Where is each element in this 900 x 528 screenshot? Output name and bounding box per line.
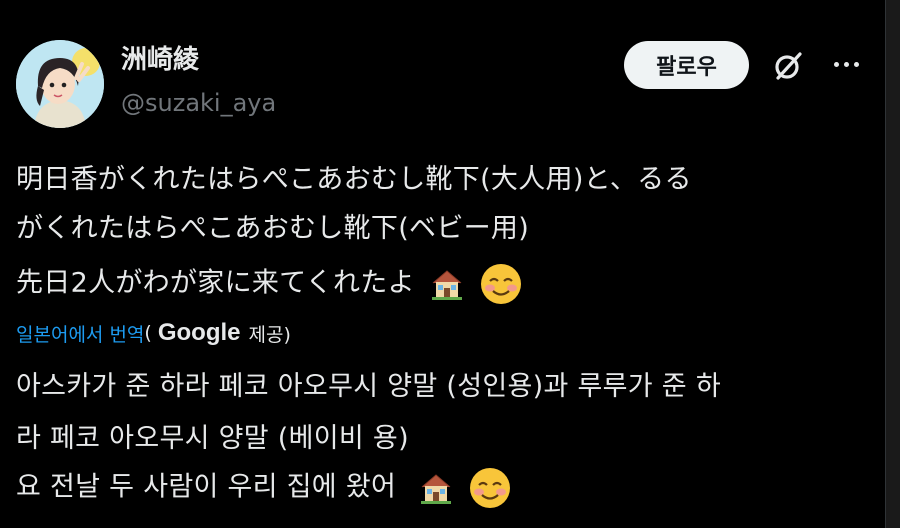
translated-text-line-3: 요 전날 두 사람이 우리 집에 왔어 [16,466,512,510]
smiling-blush-emoji-icon [469,468,510,508]
post-text-line-2: がくれたはらぺこあおむし靴下(ベビー用) [16,213,530,244]
translated-text-line-3-text: 요 전날 두 사람이 우리 집에 왔어 [16,471,397,503]
translation-paren: ( [144,322,152,344]
avatar-illustration [16,40,104,128]
post-text-line-3-text: 先日2人がわが家に来てくれたよ [16,267,415,299]
house-emoji-icon [421,474,452,504]
smiling-blush-emoji-icon [480,264,521,304]
post-text-line-3: 先日2人がわが家に来てくれたよ [16,262,523,306]
translated-text-line-1: 아스카가 준 하라 페코 아오무시 양말 (성인용)과 루루가 준 하 [16,371,721,402]
post-text-line-1: 明日香がくれたはらぺこあおむし靴下(大人用)と、るる [16,164,692,195]
google-logo: Google [157,319,241,346]
more-horizontal-icon[interactable] [828,50,864,80]
translation-attribution: 일본어에서 번역 ( Google 제공) [16,316,291,350]
scrollbar-track[interactable] [885,0,900,528]
follow-button[interactable]: 팔로우 [624,41,749,89]
translated-text-line-2: 라 페코 아오무시 양말 (베이비 용) [16,423,409,454]
translation-provided-label: 제공) [248,323,291,346]
grok-slash-icon[interactable] [770,48,806,84]
author-handle[interactable]: @suzaki_aya [121,88,276,118]
avatar[interactable] [16,40,104,128]
author-display-name[interactable]: 洲崎綾 [121,45,199,75]
house-emoji-icon [431,270,462,300]
translated-from-japanese-link[interactable]: 일본어에서 번역 [16,320,144,347]
